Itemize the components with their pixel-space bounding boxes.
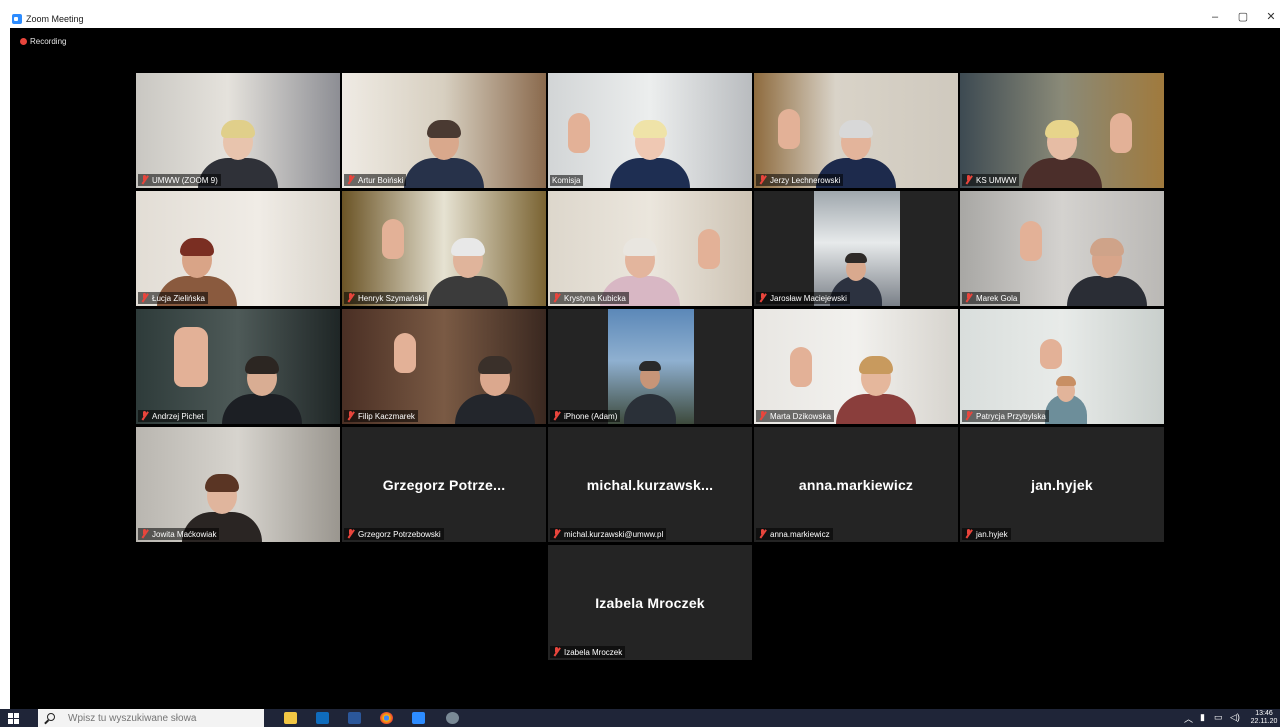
participant-name: Artur Boiński	[358, 176, 404, 185]
record-icon	[20, 38, 27, 45]
participant-tile[interactable]: Filip Kaczmarek	[342, 309, 546, 424]
participant-name: Patrycja Przybylska	[976, 412, 1046, 421]
recording-label: Recording	[30, 37, 67, 46]
windows-start-icon[interactable]	[8, 713, 19, 724]
volume-icon[interactable]: ◁)	[1230, 712, 1240, 723]
microphone-icon[interactable]: ▮	[1200, 712, 1205, 723]
participant-tile[interactable]: KS UMWW	[960, 73, 1164, 188]
snipping-tool-icon[interactable]	[446, 712, 459, 724]
taskbar-search-box[interactable]	[38, 709, 264, 727]
participant-display-name: jan.hyjek	[1031, 477, 1093, 493]
participant-name: Marek Gola	[976, 294, 1018, 303]
zoom-taskbar-icon[interactable]	[412, 712, 425, 724]
muted-mic-icon	[964, 529, 973, 538]
participant-name: Krystyna Kubicka	[564, 294, 626, 303]
zoom-app-icon	[12, 14, 22, 24]
word-icon[interactable]	[348, 712, 361, 724]
muted-mic-icon	[964, 293, 973, 302]
muted-mic-icon	[552, 647, 561, 656]
muted-mic-icon	[140, 293, 149, 302]
participant-name: michal.kurzawski@umww.pl	[564, 530, 664, 539]
search-icon	[47, 713, 55, 721]
muted-mic-icon	[552, 293, 561, 302]
restore-button[interactable]: ▢	[1234, 10, 1252, 24]
close-button[interactable]: ✕	[1262, 10, 1280, 24]
participant-tile[interactable]: Łucja Zielińska	[136, 191, 340, 306]
meeting-gallery-view: Recording UMWW (ZOOM 9) Artur Boiński Ko…	[10, 28, 1280, 709]
muted-mic-icon	[140, 175, 149, 184]
participant-name: Izabela Mroczek	[564, 648, 623, 657]
muted-mic-icon	[346, 175, 355, 184]
chrome-icon[interactable]	[380, 712, 393, 724]
muted-mic-icon	[758, 293, 767, 302]
participant-tile[interactable]: Jarosław Maciejewski	[754, 191, 958, 306]
participant-name: Jarosław Maciejewski	[770, 294, 847, 303]
window-title-bar: Zoom Meeting – ▢ ✕	[0, 0, 1280, 28]
muted-mic-icon	[140, 411, 149, 420]
participant-tile[interactable]: iPhone (Adam)	[548, 309, 752, 424]
participant-tile[interactable]: Marek Gola	[960, 191, 1164, 306]
muted-mic-icon	[964, 175, 973, 184]
window-title: Zoom Meeting	[26, 14, 84, 24]
participant-name: Henryk Szymański	[358, 294, 425, 303]
participant-tile[interactable]: Grzegorz Potrze... Grzegorz Potrzebowski	[342, 427, 546, 542]
taskbar-search-input[interactable]	[68, 711, 258, 725]
muted-mic-icon	[140, 529, 149, 538]
network-icon[interactable]: ▭	[1214, 712, 1223, 723]
muted-mic-icon	[758, 529, 767, 538]
participant-display-name: michal.kurzawsk...	[586, 477, 714, 493]
participant-name: Marta Dzikowska	[770, 412, 831, 421]
participant-name: iPhone (Adam)	[564, 412, 618, 421]
minimize-button[interactable]: –	[1206, 10, 1224, 24]
participant-tile[interactable]: Krystyna Kubicka	[548, 191, 752, 306]
muted-mic-icon	[964, 411, 973, 420]
muted-mic-icon	[758, 175, 767, 184]
participant-tile-active-speaker[interactable]: Komisja	[548, 73, 752, 188]
file-explorer-icon[interactable]	[284, 712, 297, 724]
participant-name: anna.markiewicz	[770, 530, 830, 539]
participant-tile[interactable]: Jowita Maćkowiak	[136, 427, 340, 542]
participant-name: Komisja	[552, 176, 581, 185]
participant-name: Jowita Maćkowiak	[152, 530, 217, 539]
participant-name: Grzegorz Potrzebowski	[358, 530, 441, 539]
muted-mic-icon	[758, 411, 767, 420]
participant-tile[interactable]: Marta Dzikowska	[754, 309, 958, 424]
participant-tile[interactable]: Henryk Szymański	[342, 191, 546, 306]
show-hidden-icons-icon[interactable]: ︿	[1184, 712, 1193, 725]
participant-name: Łucja Zielińska	[152, 294, 205, 303]
participant-tile[interactable]: Jerzy Lechnerowski	[754, 73, 958, 188]
participant-tile[interactable]: jan.hyjek jan.hyjek	[960, 427, 1164, 542]
participant-display-name: Grzegorz Potrze...	[382, 477, 506, 493]
participant-name: Filip Kaczmarek	[358, 412, 415, 421]
participant-display-name: anna.markiewicz	[798, 477, 914, 493]
muted-mic-icon	[346, 411, 355, 420]
clock-time: 13:46	[1255, 710, 1273, 717]
participant-display-name: Izabela Mroczek	[595, 595, 705, 611]
participant-tile[interactable]: Patrycja Przybylska	[960, 309, 1164, 424]
clock-date: 22.11.20	[1250, 718, 1278, 725]
participant-tile[interactable]: michal.kurzawsk... michal.kurzawski@umww…	[548, 427, 752, 542]
taskbar-clock[interactable]: 13:46 22.11.20	[1248, 709, 1280, 727]
participant-tile[interactable]: Artur Boiński	[342, 73, 546, 188]
muted-mic-icon	[346, 293, 355, 302]
participant-name: Andrzej Pichet	[152, 412, 204, 421]
muted-mic-icon	[552, 529, 561, 538]
recording-indicator[interactable]: Recording	[20, 37, 66, 46]
muted-mic-icon	[552, 411, 561, 420]
participant-name: KS UMWW	[976, 176, 1017, 185]
participant-name: UMWW (ZOOM 9)	[152, 176, 218, 185]
muted-mic-icon	[346, 529, 355, 538]
windows-taskbar: ︿ ▮ ▭ ◁) 13:46 22.11.20	[0, 709, 1280, 727]
participant-name: Jerzy Lechnerowski	[770, 176, 841, 185]
outlook-icon[interactable]	[316, 712, 329, 724]
participant-name: jan.hyjek	[976, 530, 1008, 539]
participant-tile[interactable]: anna.markiewicz anna.markiewicz	[754, 427, 958, 542]
participant-tile[interactable]: UMWW (ZOOM 9)	[136, 73, 340, 188]
participant-tile[interactable]: Andrzej Pichet	[136, 309, 340, 424]
participant-tile[interactable]: Izabela Mroczek Izabela Mroczek	[548, 545, 752, 660]
